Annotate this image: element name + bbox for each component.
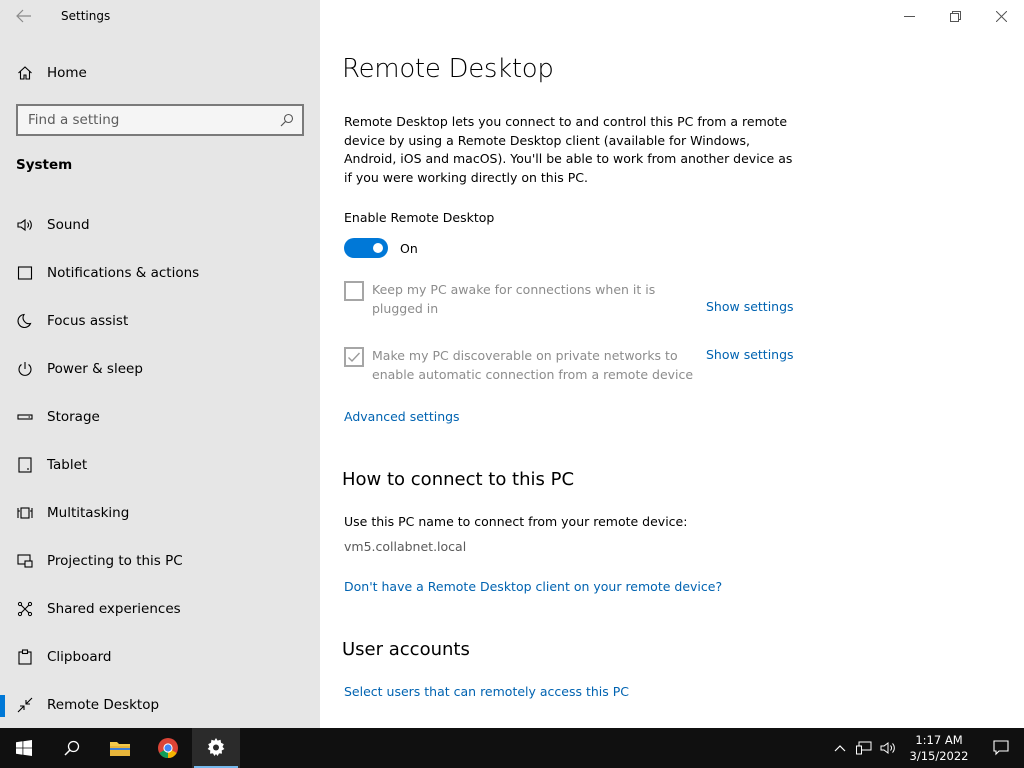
- system-tray: 1:17 AM 3/15/2022: [828, 728, 1024, 768]
- page-title: Remote Desktop: [342, 54, 554, 84]
- search-icon: [64, 740, 80, 756]
- action-center-button[interactable]: [978, 728, 1024, 768]
- pc-name: vm5.collabnet.local: [344, 539, 467, 554]
- volume-button[interactable]: [876, 728, 900, 768]
- message-icon: [0, 265, 47, 281]
- title-bar: Settings: [0, 0, 320, 32]
- moon-icon: [0, 313, 47, 329]
- keep-awake-checkbox[interactable]: [344, 281, 364, 301]
- keep-awake-label: Keep my PC awake for connections when it…: [372, 282, 656, 316]
- accounts-heading: User accounts: [342, 639, 470, 660]
- chrome-icon: [158, 738, 178, 759]
- toggle-knob: [373, 243, 383, 253]
- sidebar-item-label: Multitasking: [47, 505, 130, 521]
- sidebar-item-remote-desktop[interactable]: Remote Desktop: [0, 681, 320, 729]
- get-client-link[interactable]: Don't have a Remote Desktop client on yo…: [344, 579, 722, 594]
- sidebar-item-projecting[interactable]: Projecting to this PC: [0, 537, 320, 585]
- discoverable-checkbox[interactable]: [344, 347, 364, 367]
- clock-date: 3/15/2022: [909, 749, 969, 763]
- show-hidden-icons-button[interactable]: [828, 728, 852, 768]
- file-explorer-button[interactable]: [96, 728, 144, 768]
- settings-taskbar-button[interactable]: [192, 728, 240, 768]
- gear-icon: [207, 738, 225, 756]
- sidebar-item-label: Home: [47, 65, 87, 81]
- advanced-settings-link[interactable]: Advanced settings: [344, 409, 460, 424]
- enable-remote-desktop-toggle[interactable]: [344, 238, 388, 258]
- projecting-icon: [0, 553, 47, 569]
- sidebar-item-sound[interactable]: Sound: [0, 201, 320, 249]
- sidebar-nav: Sound Notifications & actions Focus assi…: [0, 201, 320, 729]
- notification-icon: [993, 740, 1009, 756]
- remote-desktop-icon: [0, 697, 47, 713]
- enable-label: Enable Remote Desktop: [344, 210, 495, 225]
- sidebar-item-label: Tablet: [47, 457, 88, 473]
- home-icon: [0, 65, 47, 81]
- sidebar-item-label: Storage: [47, 409, 100, 425]
- show-settings-link-awake[interactable]: Show settings: [706, 299, 794, 314]
- multitasking-icon: [0, 505, 47, 521]
- sidebar-item-power-sleep[interactable]: Power & sleep: [0, 345, 320, 393]
- sidebar-item-focus-assist[interactable]: Focus assist: [0, 297, 320, 345]
- sidebar-item-label: Shared experiences: [47, 601, 181, 617]
- clock[interactable]: 1:17 AM 3/15/2022: [900, 732, 978, 764]
- back-arrow-icon: [16, 9, 31, 23]
- chrome-button[interactable]: [144, 728, 192, 768]
- search-box[interactable]: [16, 104, 304, 136]
- sidebar-item-storage[interactable]: Storage: [0, 393, 320, 441]
- sidebar-item-tablet[interactable]: Tablet: [0, 441, 320, 489]
- speaker-icon: [0, 217, 47, 233]
- app-title: Settings: [61, 9, 111, 23]
- search-icon[interactable]: [280, 113, 294, 127]
- windows-logo-icon: [16, 740, 32, 756]
- sidebar-item-multitasking[interactable]: Multitasking: [0, 489, 320, 537]
- back-button[interactable]: [0, 0, 48, 32]
- folder-icon: [110, 742, 130, 756]
- clipboard-icon: [0, 649, 47, 665]
- sidebar-item-notifications[interactable]: Notifications & actions: [0, 249, 320, 297]
- network-button[interactable]: [852, 728, 876, 768]
- clock-time: 1:17 AM: [915, 733, 963, 747]
- sidebar-item-label: Sound: [47, 217, 90, 233]
- power-icon: [0, 361, 47, 377]
- sidebar-item-shared-experiences[interactable]: Shared experiences: [0, 585, 320, 633]
- speaker-icon: [880, 742, 895, 754]
- discoverable-label: Make my PC discoverable on private netwo…: [372, 348, 694, 382]
- main-content: Remote Desktop Remote Desktop lets you c…: [320, 0, 1024, 728]
- connect-instructions: Use this PC name to connect from your re…: [344, 514, 688, 529]
- connect-heading: How to connect to this PC: [342, 469, 575, 490]
- enable-toggle-row: On: [344, 238, 418, 258]
- search-input[interactable]: [28, 112, 268, 128]
- select-users-link[interactable]: Select users that can remotely access th…: [344, 684, 629, 699]
- sidebar-item-label: Clipboard: [47, 649, 112, 665]
- toggle-state-label: On: [400, 240, 418, 256]
- chevron-up-icon: [834, 745, 846, 752]
- shared-icon: [0, 601, 47, 617]
- sidebar-item-label: Focus assist: [47, 313, 129, 329]
- sidebar-item-label: Projecting to this PC: [47, 553, 183, 569]
- show-settings-link-discoverable[interactable]: Show settings: [706, 347, 794, 362]
- checkmark-icon: [348, 352, 361, 363]
- sidebar-item-clipboard[interactable]: Clipboard: [0, 633, 320, 681]
- description: Remote Desktop lets you connect to and c…: [344, 114, 793, 185]
- section-title: System: [16, 157, 73, 173]
- sidebar-item-label: Remote Desktop: [47, 697, 160, 713]
- taskbar: 1:17 AM 3/15/2022: [0, 728, 1024, 768]
- sidebar: Settings Home System Sound Notifications…: [0, 0, 320, 728]
- sidebar-item-label: Power & sleep: [47, 361, 143, 377]
- tablet-icon: [0, 457, 47, 473]
- start-button[interactable]: [0, 728, 48, 768]
- storage-icon: [0, 409, 47, 425]
- network-icon: [856, 741, 872, 755]
- sidebar-item-home[interactable]: Home: [0, 54, 320, 92]
- sidebar-item-label: Notifications & actions: [47, 265, 200, 281]
- search-taskbar-button[interactable]: [48, 728, 96, 768]
